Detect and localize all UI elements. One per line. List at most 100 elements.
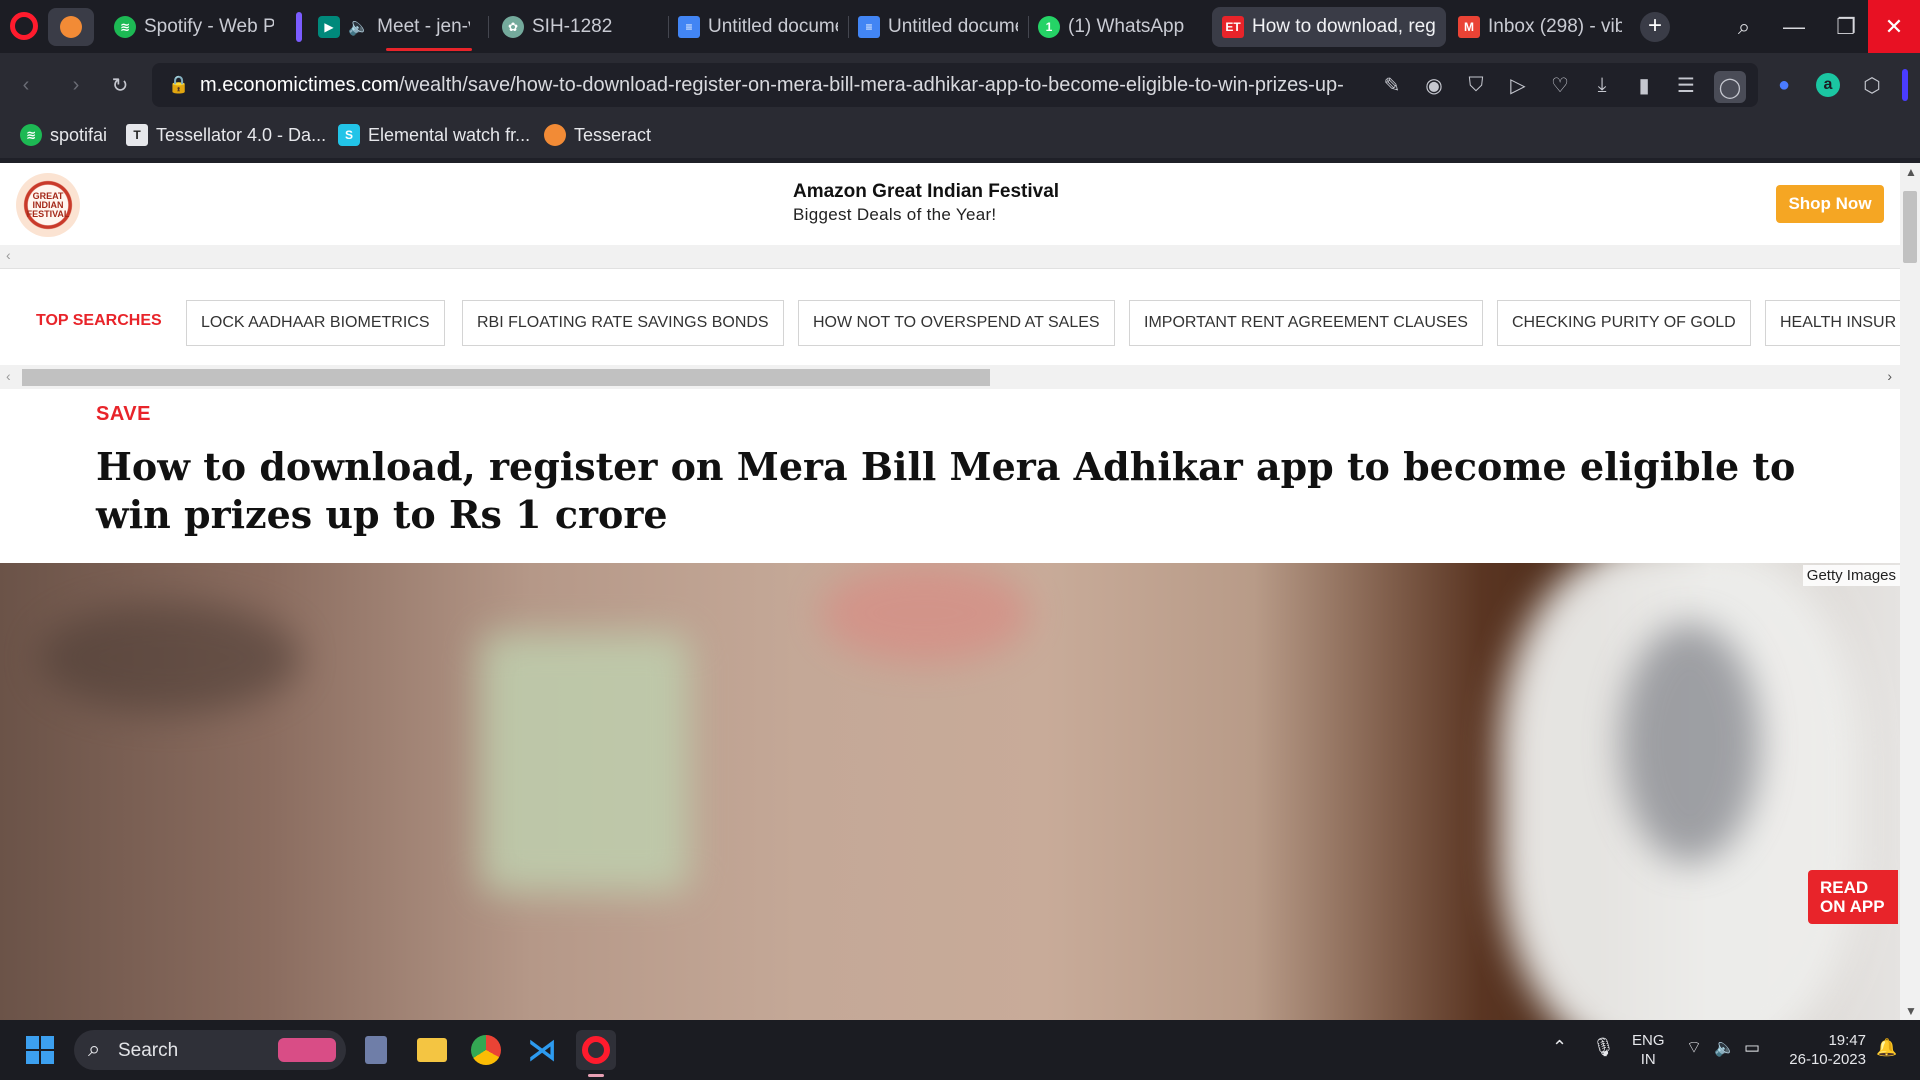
top-searches-scrollbar[interactable]: ‹ › [0, 365, 1900, 389]
search-label: Search [118, 1040, 179, 1061]
search-tabs-icon[interactable]: ⌕ [1716, 0, 1772, 53]
scroll-up-icon[interactable]: ▲ [1905, 165, 1917, 179]
tab-docs-2[interactable]: ≡ Untitled docume [848, 7, 1028, 47]
minimize-button[interactable]: — [1766, 0, 1822, 53]
file-explorer-icon[interactable] [412, 1030, 452, 1070]
ad-scrollbar[interactable]: ‹ [0, 245, 1900, 269]
download-icon[interactable]: ⤓ [1588, 71, 1616, 99]
new-tab-button[interactable]: + [1640, 12, 1670, 42]
easy-setup-icon[interactable]: ☰ [1672, 71, 1700, 99]
article-headline: How to download, register on Mera Bill M… [96, 444, 1796, 537]
maximize-button[interactable]: ❐ [1818, 0, 1874, 53]
top-search-chip[interactable]: CHECKING PURITY OF GOLD [1497, 300, 1751, 346]
bookmark-elemental[interactable]: S Elemental watch fr... [338, 124, 530, 146]
amazon-assistant-icon[interactable]: a [1814, 71, 1842, 99]
amazon-ad-banner[interactable]: GREAT INDIAN FESTIVAL Amazon Great India… [0, 163, 1900, 245]
reader-icon[interactable]: ▮ [1630, 71, 1658, 99]
section-label[interactable]: SAVE [96, 403, 151, 426]
back-button[interactable]: ‹ [12, 71, 40, 99]
shop-now-button[interactable]: Shop Now [1776, 185, 1884, 223]
opera-icon[interactable] [576, 1030, 616, 1070]
gmail-icon: M [1458, 16, 1480, 38]
wifi-icon[interactable]: ⌔ [1686, 1038, 1702, 1057]
bookmark-spotifai[interactable]: ≋ spotifai [20, 124, 107, 146]
page-scrollbar[interactable]: ▲ ▼ [1900, 163, 1920, 1020]
top-search-chip[interactable]: LOCK AADHAAR BIOMETRICS [186, 300, 445, 346]
bookmark-tesseract[interactable]: Tesseract [544, 124, 651, 146]
tab-label: Meet - jen-vy [377, 16, 470, 37]
ad-title: Amazon Great Indian Festival [793, 181, 1060, 202]
article-hero-image: Getty Images [0, 563, 1900, 1020]
volume-icon[interactable]: 🔈 [1714, 1038, 1735, 1057]
scrollbar-thumb[interactable] [1903, 191, 1917, 263]
top-search-chip[interactable]: HOW NOT TO OVERSPEND AT SALES [798, 300, 1115, 346]
tab-economictimes[interactable]: ET How to download, regis [1212, 7, 1446, 47]
edit-icon[interactable]: ✎ [1378, 71, 1406, 99]
top-search-chip[interactable]: IMPORTANT RENT AGREEMENT CLAUSES [1129, 300, 1483, 346]
address-bar[interactable]: 🔒 m.economictimes.com/wealth/save/how-to… [152, 63, 1758, 107]
tab-label: Untitled docume [888, 16, 1018, 37]
forward-button[interactable]: › [62, 71, 90, 99]
vscode-icon[interactable]: ⋊ [522, 1030, 562, 1070]
shield-icon[interactable]: ⛉ [1462, 71, 1490, 99]
tab-docs-1[interactable]: ≡ Untitled docume [668, 7, 848, 47]
image-credit: Getty Images [1802, 565, 1900, 586]
profile-icon[interactable]: ◯ [1714, 71, 1746, 103]
tab-separator [488, 16, 489, 38]
tab-label: How to download, regis [1252, 16, 1436, 37]
extensions-icon[interactable]: ⬡ [1858, 71, 1886, 99]
tab-label: SIH-1282 [532, 16, 613, 37]
heart-icon[interactable]: ♡ [1546, 71, 1574, 99]
meet-icon: ▶ [318, 16, 340, 38]
tab-group-marker [296, 12, 302, 42]
top-search-chip[interactable]: RBI FLOATING RATE SAVINGS BONDS [462, 300, 784, 346]
opera-menu-icon[interactable] [10, 12, 38, 40]
lock-icon[interactable]: 🔒 [168, 75, 189, 95]
tab-meet[interactable]: ▶ 🔈 Meet - jen-vy [308, 7, 480, 47]
scroll-right-icon[interactable]: › [1887, 368, 1892, 384]
top-searches-label: TOP SEARCHES [36, 312, 162, 329]
tab-label: Spotify - Web Pl [144, 16, 274, 37]
scroll-left-icon[interactable]: ‹ [6, 247, 11, 263]
tab-whatsapp[interactable]: 1 (1) WhatsApp [1028, 7, 1208, 47]
pinned-tab-tesseract[interactable] [48, 8, 94, 46]
language-indicator[interactable]: ENG IN [1632, 1031, 1665, 1069]
spotify-icon: ≋ [114, 16, 136, 38]
taskbar-search[interactable]: ⌕ Search [74, 1030, 346, 1070]
tessellator-icon: T [126, 124, 148, 146]
calculator-icon[interactable] [356, 1030, 396, 1070]
bookmark-tessellator[interactable]: T Tessellator 4.0 - Da... [126, 124, 326, 146]
tab-sih[interactable]: ✿ SIH-1282 [492, 7, 668, 47]
scrollbar-thumb[interactable] [22, 369, 990, 386]
clock[interactable]: 19:47 26-10-2023 [1782, 1031, 1866, 1069]
sidebar-indicator [1902, 69, 1908, 101]
read-on-app-button[interactable]: READ ON APP [1808, 870, 1898, 924]
battery-icon[interactable]: ▭ [1744, 1038, 1760, 1057]
search-highlight-icon [278, 1038, 336, 1062]
elemental-icon: S [338, 124, 360, 146]
microphone-icon[interactable]: 🎙 [1592, 1038, 1615, 1057]
notification-bell-icon[interactable]: 🔔 [1876, 1038, 1897, 1057]
url-text[interactable]: m.economictimes.com/wealth/save/how-to-d… [200, 74, 1388, 97]
reload-button[interactable]: ↻ [106, 71, 134, 99]
hero-image-detail [1620, 623, 1760, 863]
camera-icon[interactable]: ◉ [1420, 71, 1448, 99]
tab-gmail[interactable]: M Inbox (298) - vibl [1448, 7, 1632, 47]
meet-tab-indicator [386, 48, 472, 51]
scroll-left-icon[interactable]: ‹ [6, 368, 11, 384]
windows-start-icon[interactable] [20, 1030, 60, 1070]
docs-icon: ≡ [678, 16, 700, 38]
close-window-button[interactable]: ✕ [1868, 0, 1920, 53]
hero-image-detail [40, 603, 300, 713]
chrome-icon[interactable] [466, 1030, 506, 1070]
browser-tab-bar: ≋ Spotify - Web Pl ▶ 🔈 Meet - jen-vy ✿ S… [0, 0, 1920, 53]
speaker-icon[interactable]: 🔈 [348, 17, 369, 37]
amazon-festival-logo: GREAT INDIAN FESTIVAL [16, 173, 80, 237]
top-search-chip[interactable]: HEALTH INSUR [1765, 300, 1900, 346]
show-hidden-icons[interactable]: ⌃ [1552, 1038, 1567, 1057]
tab-spotify[interactable]: ≋ Spotify - Web Pl [104, 7, 284, 47]
aria-icon[interactable]: ● [1770, 71, 1798, 99]
bookmark-label: spotifai [50, 124, 108, 145]
scroll-down-icon[interactable]: ▼ [1905, 1004, 1917, 1018]
send-icon[interactable]: ▷ [1504, 71, 1532, 99]
